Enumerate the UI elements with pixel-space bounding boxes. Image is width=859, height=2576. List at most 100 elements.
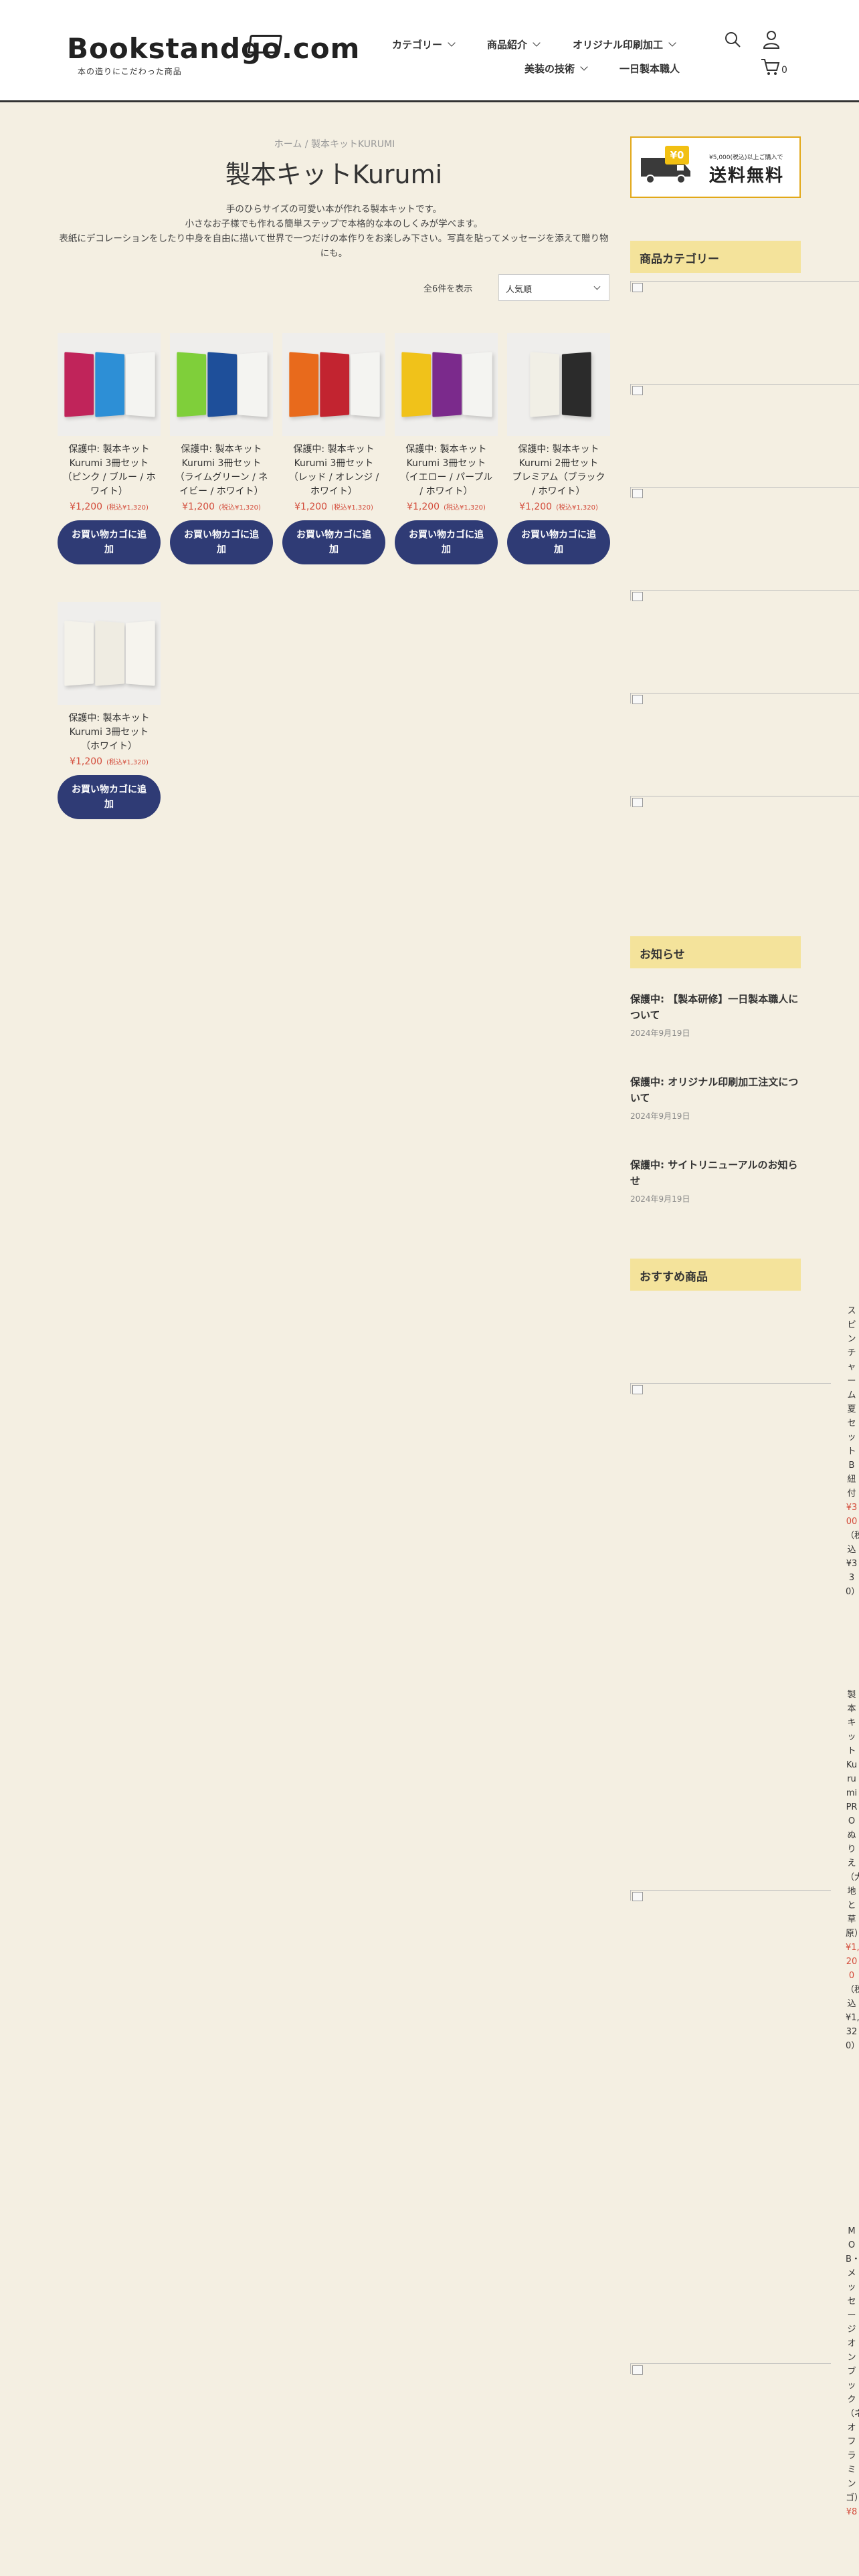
chevron-down-icon xyxy=(580,63,588,71)
recommended-price: ¥8 xyxy=(846,2507,858,2517)
product-name[interactable]: 保護中: 製本キット Kurumi 3冊セット（ホワイト） xyxy=(58,712,161,754)
category-image-link[interactable] xyxy=(630,590,859,601)
add-to-cart-button[interactable]: お買い物カゴに追加 xyxy=(282,520,385,564)
add-to-cart-button[interactable]: お買い物カゴに追加 xyxy=(58,775,161,819)
product-card: 保護中: 製本キット Kurumi 2冊セット プレミアム（ブラック / ホワイ… xyxy=(507,333,610,564)
breadcrumb-current: 製本キットKURUMI xyxy=(310,139,395,150)
product-image[interactable] xyxy=(58,333,161,436)
site-header: Bookstandgo.com 本の造りにこだわった商品 カテゴリー 商品紹介 … xyxy=(0,0,859,102)
recommended-tax: （税込¥330） xyxy=(846,1531,859,1597)
product-name[interactable]: 保護中: 製本キット Kurumi 2冊セット プレミアム（ブラック / ホワイ… xyxy=(507,443,610,499)
book-cover xyxy=(289,352,319,417)
recommended-image[interactable] xyxy=(630,1890,831,1901)
recommended-image[interactable] xyxy=(630,1383,831,1394)
nav-item-one-day-bookbinder[interactable]: 一日製本職人 xyxy=(619,62,680,76)
news-title[interactable]: 保護中: 【製本研修】一日製本職人について xyxy=(630,991,801,1023)
book-cover xyxy=(401,352,432,417)
banner-headline: 送料無料 xyxy=(709,166,785,186)
book-cover xyxy=(350,352,380,417)
recommend-heading: おすすめ商品 xyxy=(630,1259,801,1291)
news-item: 保護中: サイトリニューアルのお知らせ 2024年9月19日 xyxy=(630,1157,801,1204)
price-zero-badge: ¥0 xyxy=(665,146,689,165)
free-shipping-banner[interactable]: ¥0 ¥5,000(税込)以上ご購入で 送料無料 xyxy=(630,136,801,198)
category-image-link[interactable] xyxy=(630,384,859,395)
product-card: 保護中: 製本キット Kurumi 3冊セット（ライムグリーン / ネイビー /… xyxy=(170,333,273,564)
product-image[interactable] xyxy=(170,333,273,436)
sort-select[interactable]: 人気順 xyxy=(498,274,609,301)
product-image[interactable] xyxy=(58,602,161,705)
news-item: 保護中: 【製本研修】一日製本職人について 2024年9月19日 xyxy=(630,991,801,1039)
add-to-cart-button[interactable]: お買い物カゴに追加 xyxy=(507,520,610,564)
product-card: 保護中: 製本キット Kurumi 3冊セット（ピンク / ブルー / ホワイト… xyxy=(58,333,161,564)
category-image-link[interactable] xyxy=(630,796,859,807)
product-price: ¥1,200 (税込¥1,320) xyxy=(294,502,373,512)
book-cover xyxy=(125,621,155,686)
product-price: ¥1,200 (税込¥1,320) xyxy=(407,502,486,512)
logo-tagline: 本の造りにこだわった商品 xyxy=(78,67,182,76)
nav-item-original-print[interactable]: オリジナル印刷加工 xyxy=(573,37,676,51)
book-cover xyxy=(95,352,125,417)
site-logo[interactable]: Bookstandgo.com 本の造りにこだわった商品 xyxy=(67,32,359,79)
book-cover xyxy=(64,621,94,686)
product-card: 保護中: 製本キット Kurumi 3冊セット（イエロー / パープル / ホワ… xyxy=(395,333,498,564)
product-name[interactable]: 保護中: 製本キット Kurumi 3冊セット（レッド / オレンジ / ホワイ… xyxy=(282,443,385,499)
recommended-name: スピンチャーム夏セットB紐付 xyxy=(847,1306,856,1499)
news-item: 保護中: オリジナル印刷加工注文について 2024年9月19日 xyxy=(630,1074,801,1121)
chevron-down-icon xyxy=(668,39,676,47)
book-cover xyxy=(561,352,591,417)
description-line: 手のひらサイズの可愛い本が作れる製本キットです。 xyxy=(225,204,442,215)
nav-item-products[interactable]: 商品紹介 xyxy=(487,37,541,51)
recommended-price: ¥300 xyxy=(846,1503,858,1527)
category-image-link[interactable] xyxy=(630,487,859,498)
book-cover xyxy=(177,352,207,417)
account-icon[interactable] xyxy=(763,30,780,51)
recommended-item-text[interactable]: スピンチャーム夏セットB紐付 ¥300 （税込¥330） xyxy=(846,1304,859,1599)
book-cover xyxy=(320,352,350,417)
product-image[interactable] xyxy=(282,333,385,436)
breadcrumb-home[interactable]: ホーム xyxy=(274,139,302,150)
book-cover xyxy=(95,621,125,686)
recommended-item-text[interactable]: 製本キットKurumi PROぬりえ（大地と草原） ¥1,200 （税込¥1,320… xyxy=(846,1688,859,2053)
news-title[interactable]: 保護中: サイトリニューアルのお知らせ xyxy=(630,1157,801,1189)
product-image[interactable] xyxy=(395,333,498,436)
recommended-price: ¥1,200 xyxy=(846,1943,859,1981)
description-line: 表紙にデコレーションをしたり中身を自由に描いて世界で一つだけの本作りをお楽しみ下… xyxy=(59,233,609,259)
breadcrumb: ホーム / 製本キットKURUMI xyxy=(234,137,435,150)
category-image-link[interactable] xyxy=(630,281,859,292)
product-name[interactable]: 保護中: 製本キット Kurumi 3冊セット（ライムグリーン / ネイビー /… xyxy=(170,443,273,499)
result-count: 全6件を表示 xyxy=(423,284,473,294)
breadcrumb-separator: / xyxy=(302,139,311,150)
add-to-cart-button[interactable]: お買い物カゴに追加 xyxy=(58,520,161,564)
recommended-name: MOB・メッセージオンブック（ネオフラミンゴ） xyxy=(846,2226,859,2503)
product-name[interactable]: 保護中: 製本キット Kurumi 3冊セット（イエロー / パープル / ホワ… xyxy=(395,443,498,499)
product-price: ¥1,200 (税込¥1,320) xyxy=(70,502,149,512)
product-card: 保護中: 製本キット Kurumi 3冊セット（レッド / オレンジ / ホワイ… xyxy=(282,333,385,564)
news-date: 2024年9月19日 xyxy=(630,1194,690,1204)
product-price: ¥1,200 (税込¥1,320) xyxy=(182,502,261,512)
banner-caption: ¥5,000(税込)以上ご購入で xyxy=(709,154,783,161)
nav-item-binding-tech[interactable]: 美装の技術 xyxy=(524,62,588,76)
news-date: 2024年9月19日 xyxy=(630,1029,690,1038)
news-title[interactable]: 保護中: オリジナル印刷加工注文について xyxy=(630,1074,801,1106)
product-price: ¥1,200 (税込¥1,320) xyxy=(519,502,598,512)
news-heading: お知らせ xyxy=(630,936,801,968)
recommended-tax: （税込¥1,320） xyxy=(846,1985,859,2051)
book-cover xyxy=(64,352,94,417)
description-line: 小さなお子様でも作れる簡単ステップで本格的な本のしくみが学べます。 xyxy=(185,219,483,229)
product-image[interactable] xyxy=(507,333,610,436)
search-icon[interactable] xyxy=(724,31,741,51)
cart-icon[interactable] xyxy=(760,58,780,79)
product-name[interactable]: 保護中: 製本キット Kurumi 3冊セット（ピンク / ブルー / ホワイト… xyxy=(58,443,161,499)
book-cover xyxy=(462,352,492,417)
book-cover xyxy=(530,352,560,417)
nav-item-categories[interactable]: カテゴリー xyxy=(392,37,456,51)
category-description: 手のひらサイズの可愛い本が作れる製本キットです。 小さなお子様でも作れる簡単ステ… xyxy=(58,202,610,261)
page-title: 製本キットKurumi xyxy=(225,160,443,189)
recommended-item-text[interactable]: MOB・メッセージオンブック（ネオフラミンゴ） ¥8 xyxy=(846,2224,859,2519)
add-to-cart-button[interactable]: お買い物カゴに追加 xyxy=(395,520,498,564)
recommended-image[interactable] xyxy=(630,2363,831,2375)
chevron-down-icon xyxy=(448,39,456,47)
category-image-link[interactable] xyxy=(630,693,859,704)
product-price: ¥1,200 (税込¥1,320) xyxy=(70,756,149,767)
add-to-cart-button[interactable]: お買い物カゴに追加 xyxy=(170,520,273,564)
